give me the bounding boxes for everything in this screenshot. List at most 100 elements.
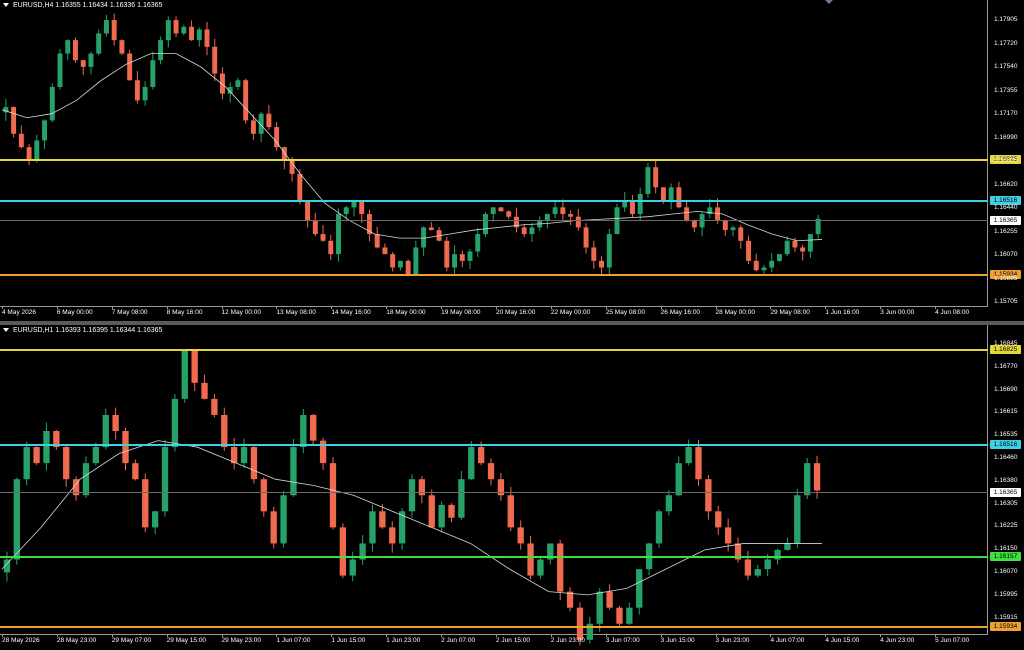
h1-candle [329,463,337,528]
h4-x-label: 28 May 00:00 [715,309,755,316]
h4-candle [18,133,24,148]
h4-candle [730,227,736,231]
h4-candle [96,33,102,54]
h4-x-label: 20 May 16:00 [496,309,536,316]
h4-y-label: 1.16440 [994,204,1018,211]
h1-candle [102,414,109,448]
h1-y-label: 1.16380 [994,476,1018,484]
h1-x-label: 4 Jun 15:00 [825,637,860,644]
h4-candle [250,120,256,134]
h4-moving-average-line [1,53,823,242]
h1-candle [754,569,761,576]
h1-chart-area[interactable] [0,325,988,646]
h1-candle [142,479,149,528]
h4-candle [676,187,682,208]
h1-candle [477,447,485,464]
h1-y-label: 1.16150 [994,545,1018,553]
h1-candle [774,549,781,560]
h1-candles-svg [1,349,822,646]
h1-pane-title: EURUSD,H1 1.16393 1.16395 1.16344 1.1636… [3,327,162,334]
h1-candle [507,495,514,528]
h1-candle [527,543,534,576]
h1-x-label: 28 May 23:00 [56,637,97,644]
h1-title-text: EURUSD,H1 1.16393 1.16395 1.16344 1.1636… [13,327,163,334]
h4-candle [653,167,659,188]
h4-x-label: 4 May 2026 [2,309,36,316]
h1-x-label: 2 Jun 15:00 [496,637,530,644]
h1-y-label: 1.16535 [994,431,1018,439]
h4-candle [660,187,666,201]
h4-candle [382,247,388,255]
h1-candle [260,479,267,512]
h1-candle [458,479,465,518]
price-tag-green: 1.16157 [990,552,1021,561]
h4-candle [475,234,481,252]
h1-y-label: 1.15915 [994,613,1018,621]
h4-title-text: EURUSD,H4 1.16355 1.16434 1.16336 1.1636… [13,2,163,9]
h4-y-label: 1.16255 [994,227,1018,235]
h4-candle [776,254,782,261]
h1-candle [369,511,376,544]
h1-y-label: 1.16770 [994,362,1018,370]
h1-candle [428,495,435,528]
h4-candle [591,247,597,261]
h4-y-label: 1.17170 [994,110,1018,117]
h4-candle [753,260,759,271]
h4-candle [413,247,419,275]
h4-chart-pane[interactable]: EURUSD,H4 1.16355 1.16434 1.16336 1.1636… [0,0,1024,321]
h4-candle [452,254,458,268]
resistance-line-yellow[interactable] [0,159,988,161]
h1-candle [191,350,198,383]
h1-chart-pane[interactable]: EURUSD,H1 1.16393 1.16395 1.16344 1.1636… [0,325,1024,650]
h1-candle [794,495,801,544]
h4-candle [421,227,427,248]
h1-candle [724,527,732,544]
h4-chart-area[interactable] [0,0,988,307]
h1-y-label: 1.16070 [994,568,1018,575]
h1-candle [63,447,70,480]
resistance-line-cyan[interactable] [0,200,988,202]
h4-x-label: 22 May 00:00 [550,309,591,316]
h4-x-label: 25 May 08:00 [605,309,646,316]
resistance-line-yellow[interactable] [0,349,988,351]
h4-candle [266,113,272,128]
h1-candle [250,447,258,480]
h4-candle [80,60,86,67]
support-line-orange[interactable] [0,274,988,276]
h4-candle [769,260,775,268]
h4-candle [196,29,202,41]
h1-y-label: 1.16690 [994,385,1018,393]
h4-candle [49,86,55,121]
h4-candle [11,107,17,134]
h1-candle [349,559,356,576]
h1-candle [665,495,673,512]
support-line-orange[interactable] [0,626,988,628]
h4-candle [668,187,674,201]
h4-candle [219,73,225,94]
h1-x-label: 1 Jun 23:00 [386,637,421,644]
h4-candle [119,40,125,54]
h1-candle [339,527,347,576]
h4-y-label: 1.17355 [994,86,1018,94]
h4-candle [784,240,790,255]
h1-time-axis[interactable]: 28 May 2026 28 May 23:00 29 May 07:00 29 Ma… [0,634,988,649]
support-line-green[interactable] [0,556,988,558]
resistance-line-cyan[interactable] [0,444,988,446]
h1-x-label: 3 Jun 23:00 [715,637,750,644]
h4-candle [343,207,349,215]
h4-candle [459,254,465,261]
h4-candle [606,234,612,268]
h4-x-label: 18 May 00:00 [386,309,426,316]
h1-y-label: 1.16225 [994,522,1018,530]
dropdown-triangle-icon[interactable] [3,3,9,8]
h1-candle [616,607,623,624]
h4-candle [359,200,365,215]
shift-marker-icon[interactable] [825,0,833,4]
h4-candle [506,211,512,217]
dropdown-triangle-icon[interactable] [3,328,9,333]
h1-candle [82,463,90,496]
h4-x-label: 8 May 16:00 [166,309,203,316]
h1-candle [290,447,297,496]
h4-time-axis[interactable]: 4 May 2026 6 May 00:00 7 May 08:00 8 May 16… [0,306,988,321]
h4-candle [312,220,318,235]
